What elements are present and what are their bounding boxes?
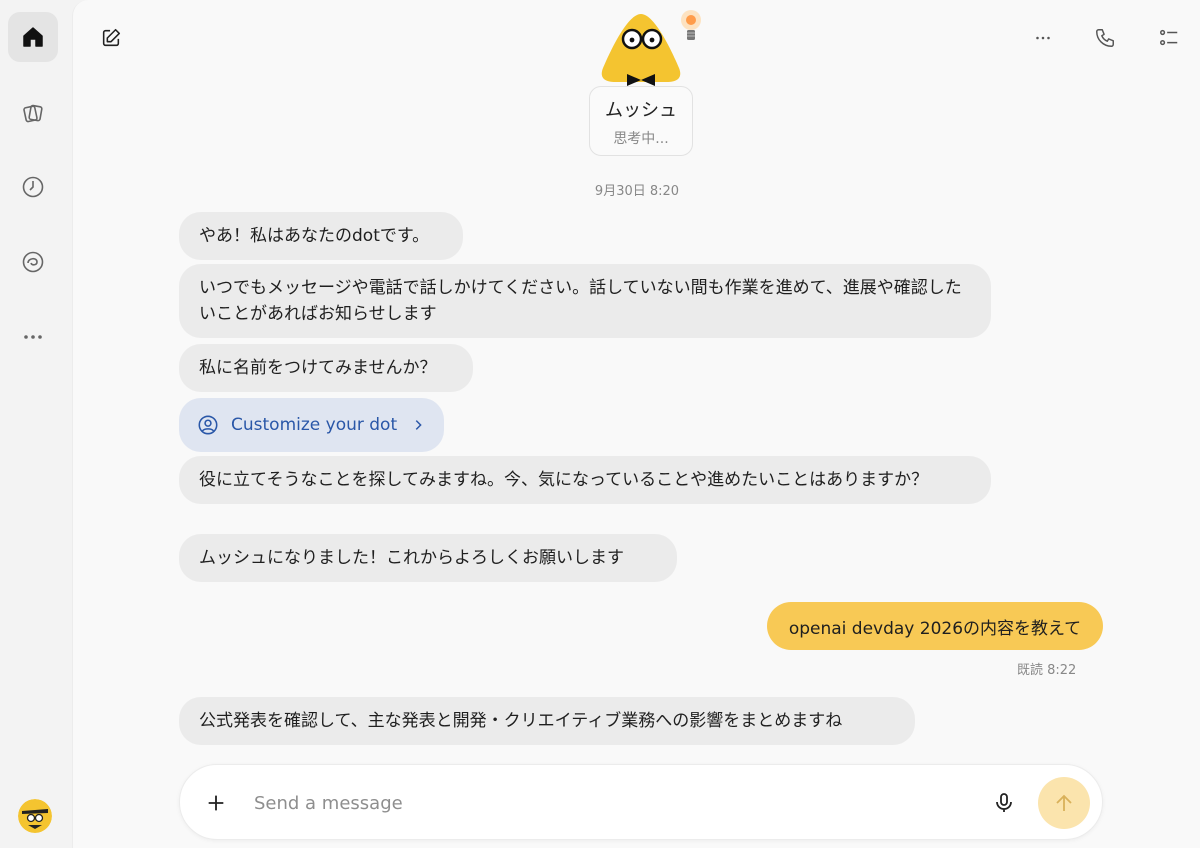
cards-icon — [23, 104, 43, 123]
avatar-mascot-icon — [18, 799, 52, 833]
assistant-message: ムッシュになりました！これからよろしくお願いします — [179, 534, 677, 582]
more-horizontal-icon — [24, 335, 42, 339]
assistant-message: いつでもメッセージや電話で話しかけてください。話していない間も作業を進めて、進展… — [179, 264, 991, 338]
user-circle-icon — [198, 415, 218, 435]
voice-input-button[interactable] — [988, 787, 1020, 819]
read-receipt: 既読 8:22 — [1017, 663, 1077, 678]
customize-dot-button[interactable]: Customize your dot — [179, 398, 444, 452]
call-button[interactable] — [1087, 20, 1123, 56]
sidebar-item-cards[interactable] — [8, 88, 58, 138]
chat-panel: ムッシュ 思考中... 9月30日 8:20 やあ！私はあなたのdotです。 い… — [72, 0, 1200, 848]
user-avatar[interactable] — [18, 799, 52, 833]
sidebar — [0, 0, 70, 848]
assistant-message: 私に名前をつけてみませんか？ — [179, 344, 473, 392]
arrow-up-icon — [1056, 794, 1072, 811]
assistant-message: やあ！私はあなたのdotです。 — [179, 212, 463, 260]
chat-date: 9月30日 8:20 — [594, 184, 680, 199]
lightbulb-icon — [681, 10, 701, 40]
sidebar-item-swirl[interactable] — [8, 237, 58, 287]
home-icon — [23, 27, 43, 47]
message-input[interactable] — [254, 785, 974, 821]
swirl-icon — [22, 251, 44, 273]
sidebar-item-history[interactable] — [8, 162, 58, 212]
clock-icon — [22, 176, 44, 198]
user-message-text: openai devday 2026の内容を教えて — [788, 618, 1082, 639]
more-horizontal-icon — [1036, 36, 1050, 40]
persona-status: 思考中... — [613, 131, 669, 147]
user-message: openai devday 2026の内容を教えて — [767, 602, 1103, 650]
sidebar-item-home[interactable] — [8, 12, 58, 62]
mascot-avatar-icon — [601, 14, 681, 86]
customize-dot-label: Customize your dot — [231, 415, 398, 435]
send-button[interactable] — [1038, 777, 1090, 829]
new-chat-button[interactable] — [93, 20, 129, 56]
persona-name-card[interactable]: ムッシュ 思考中... — [589, 86, 693, 156]
chevron-right-icon — [415, 420, 422, 430]
attach-button[interactable] — [200, 787, 232, 819]
assistant-message: 公式発表を確認して、主な発表と開発・クリエイティブ業務への影響をまとめますね — [179, 697, 915, 745]
more-options-button[interactable] — [1025, 20, 1061, 56]
plus-icon — [208, 795, 224, 811]
checklist-icon — [1160, 29, 1178, 46]
tasks-button[interactable] — [1151, 20, 1187, 56]
microphone-icon — [996, 793, 1012, 812]
edit-icon — [102, 28, 121, 47]
assistant-message: 役に立てそうなことを探してみますね。今、気になっていることや進めたいことはありま… — [179, 456, 991, 504]
sidebar-item-more[interactable] — [8, 312, 58, 362]
message-composer — [179, 764, 1103, 840]
persona-name: ムッシュ — [605, 100, 677, 121]
phone-icon — [1096, 29, 1114, 47]
